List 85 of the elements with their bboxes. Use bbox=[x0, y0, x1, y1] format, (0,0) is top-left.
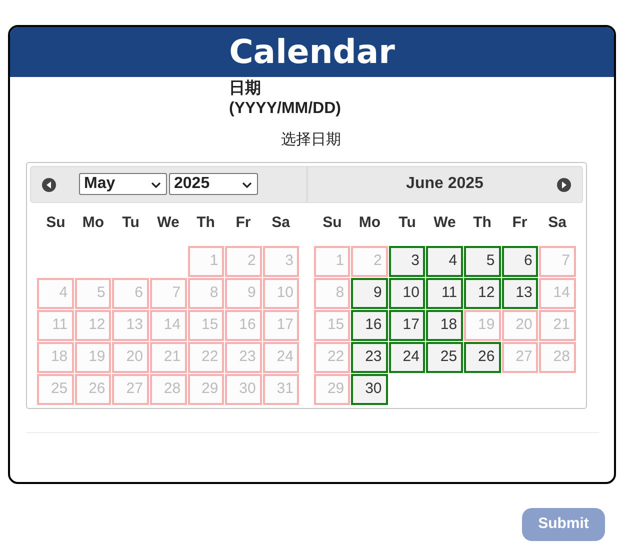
weekday-label: Fr bbox=[234, 213, 252, 234]
day-cell: 19 bbox=[74, 342, 112, 372]
window-title: Calendar bbox=[229, 31, 395, 74]
day-cell[interactable]: 10 bbox=[388, 278, 426, 308]
day-cell: 20 bbox=[502, 310, 538, 340]
weekday-label: Th bbox=[196, 213, 216, 234]
weekday-label: Mo bbox=[358, 213, 382, 234]
day-cell[interactable]: 9 bbox=[351, 278, 388, 308]
day-cell: 27 bbox=[112, 374, 149, 404]
weekday-label: Sa bbox=[547, 213, 568, 234]
day-cell: 18 bbox=[37, 342, 74, 372]
day-cell: 26 bbox=[74, 374, 112, 404]
day-cell: 9 bbox=[225, 278, 262, 308]
day-cell: 15 bbox=[188, 310, 224, 340]
day-cell: 22 bbox=[188, 342, 224, 372]
field-hint: 选择日期 bbox=[281, 130, 341, 150]
day-cell: 29 bbox=[188, 374, 224, 404]
day-cell: 10 bbox=[262, 278, 300, 308]
day-cell: 23 bbox=[225, 342, 262, 372]
day-cell: 3 bbox=[262, 246, 300, 276]
weekday-label: Sa bbox=[270, 213, 291, 234]
weekday-label: Fr bbox=[511, 213, 528, 234]
day-cell: 6 bbox=[112, 278, 149, 308]
day-cell: 25 bbox=[37, 374, 74, 404]
day-cell: 29 bbox=[314, 374, 350, 404]
day-cell[interactable]: 16 bbox=[351, 310, 388, 340]
weekday-label: Mo bbox=[81, 213, 106, 234]
next-month-icon[interactable] bbox=[557, 178, 571, 192]
day-cell: 2 bbox=[225, 246, 262, 276]
day-cell: 20 bbox=[112, 342, 149, 372]
day-cell: 19 bbox=[464, 310, 501, 340]
day-cell: 1 bbox=[314, 246, 350, 276]
day-cell: 22 bbox=[314, 342, 350, 372]
day-cell: 27 bbox=[502, 342, 538, 372]
previous-month-icon[interactable] bbox=[42, 178, 56, 192]
day-cell: 13 bbox=[112, 310, 149, 340]
day-cell[interactable]: 3 bbox=[388, 246, 426, 276]
weekday-label: Tu bbox=[121, 213, 140, 234]
day-cell: 11 bbox=[37, 310, 74, 340]
year-select[interactable]: 2025 bbox=[169, 173, 258, 195]
day-cell[interactable]: 26 bbox=[464, 342, 501, 372]
day-cell: 15 bbox=[314, 310, 350, 340]
caret-icon bbox=[242, 182, 252, 188]
day-cell[interactable]: 23 bbox=[351, 342, 388, 372]
field-label: 日期 (YYYY/MM/DD) bbox=[229, 79, 341, 119]
month-title: June 2025 bbox=[406, 174, 484, 194]
day-cell[interactable]: 12 bbox=[464, 278, 501, 308]
day-cell: 2 bbox=[351, 246, 388, 276]
day-cell[interactable]: 5 bbox=[464, 246, 501, 276]
day-cell: 28 bbox=[150, 374, 187, 404]
day-cell: 28 bbox=[539, 342, 576, 372]
day-cell: 31 bbox=[262, 374, 300, 404]
day-cell: 7 bbox=[539, 246, 576, 276]
day-cell: 14 bbox=[539, 278, 576, 308]
caret-icon bbox=[151, 182, 161, 188]
day-cell: 14 bbox=[150, 310, 187, 340]
day-cell[interactable]: 18 bbox=[426, 310, 464, 340]
day-cell: 30 bbox=[225, 374, 262, 404]
month-select[interactable]: May bbox=[79, 173, 167, 195]
weekday-label: Su bbox=[322, 213, 343, 234]
weekday-label: Th bbox=[472, 213, 492, 234]
day-cell: 4 bbox=[37, 278, 74, 308]
day-cell: 5 bbox=[74, 278, 112, 308]
day-cell: 8 bbox=[188, 278, 224, 308]
day-cell[interactable]: 11 bbox=[426, 278, 464, 308]
day-cell[interactable]: 25 bbox=[426, 342, 464, 372]
day-cell: 17 bbox=[262, 310, 300, 340]
day-cell[interactable]: 4 bbox=[426, 246, 464, 276]
day-cell[interactable]: 13 bbox=[502, 278, 538, 308]
weekday-label: We bbox=[432, 213, 457, 234]
day-cell: 12 bbox=[74, 310, 112, 340]
weekday-label: Su bbox=[45, 213, 66, 234]
day-cell[interactable]: 30 bbox=[351, 374, 388, 404]
day-cell: 16 bbox=[225, 310, 262, 340]
day-cell[interactable]: 17 bbox=[388, 310, 426, 340]
day-cell: 1 bbox=[188, 246, 224, 276]
day-cell: 21 bbox=[539, 310, 576, 340]
day-cell: 21 bbox=[150, 342, 187, 372]
day-cell[interactable]: 6 bbox=[502, 246, 538, 276]
day-cell: 8 bbox=[314, 278, 350, 308]
day-cell: 24 bbox=[262, 342, 300, 372]
day-cell[interactable]: 24 bbox=[388, 342, 426, 372]
day-cell: 7 bbox=[150, 278, 187, 308]
weekday-label: Tu bbox=[398, 213, 417, 234]
weekday-label: We bbox=[156, 213, 180, 234]
